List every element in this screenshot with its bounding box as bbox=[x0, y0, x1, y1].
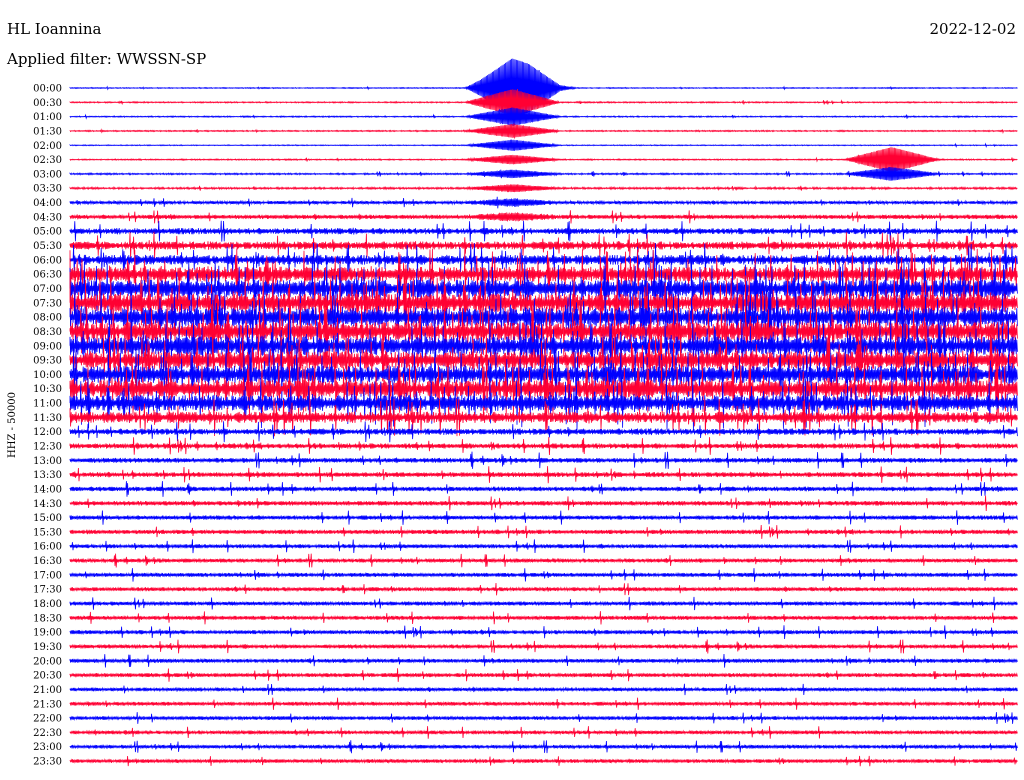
trace-line bbox=[69, 639, 1018, 654]
time-tick-label: 13:00 bbox=[33, 456, 62, 467]
time-tick-label: 21:30 bbox=[33, 699, 62, 710]
time-tick-label: 00:30 bbox=[33, 98, 62, 109]
time-tick-label: 23:30 bbox=[33, 757, 62, 768]
time-tick-label: 06:00 bbox=[33, 255, 62, 266]
time-tick-label: 01:30 bbox=[33, 126, 62, 137]
time-tick-label: 21:00 bbox=[33, 685, 62, 696]
trace-line bbox=[69, 539, 1018, 554]
time-tick-label: 12:30 bbox=[33, 442, 62, 453]
trace-line bbox=[69, 220, 1018, 242]
time-tick-label: 13:30 bbox=[33, 470, 62, 481]
time-tick-label: 20:30 bbox=[33, 671, 62, 682]
trace-line bbox=[69, 147, 1018, 172]
trace-line bbox=[69, 668, 1018, 682]
trace-line bbox=[69, 495, 1018, 512]
time-tick-label: 05:30 bbox=[33, 241, 62, 252]
time-tick-label: 10:00 bbox=[33, 370, 62, 381]
trace-line bbox=[69, 231, 1018, 260]
trace-line bbox=[69, 436, 1018, 456]
time-tick-label: 18:00 bbox=[33, 599, 62, 610]
time-tick-label: 16:00 bbox=[33, 542, 62, 553]
trace-line bbox=[69, 481, 1018, 497]
time-tick-label: 19:30 bbox=[33, 642, 62, 653]
trace-line bbox=[69, 683, 1018, 696]
time-tick-label: 20:00 bbox=[33, 656, 62, 667]
channel-label: HHZ - 50000 bbox=[7, 392, 18, 458]
trace-line bbox=[69, 524, 1018, 539]
time-tick-label: 10:30 bbox=[33, 384, 62, 395]
trace-line bbox=[69, 582, 1018, 596]
trace-line bbox=[69, 451, 1018, 469]
trace-line bbox=[69, 712, 1018, 725]
time-tick-label: 15:30 bbox=[33, 527, 62, 538]
trace-line bbox=[69, 611, 1018, 625]
time-tick-label: 07:30 bbox=[33, 298, 62, 309]
trace-line bbox=[69, 107, 1018, 126]
time-tick-label: 08:30 bbox=[33, 327, 62, 338]
trace-line bbox=[69, 123, 1018, 139]
time-tick-label: 00:00 bbox=[33, 84, 62, 95]
time-tick-label: 07:00 bbox=[33, 284, 62, 295]
time-tick-label: 19:00 bbox=[33, 628, 62, 639]
time-tick-label: 23:00 bbox=[33, 742, 62, 753]
trace-line bbox=[69, 510, 1018, 525]
trace-line bbox=[69, 196, 1018, 209]
time-tick-label: 15:00 bbox=[33, 513, 62, 524]
time-tick-label: 05:00 bbox=[33, 227, 62, 238]
tick-label-group: 00:00 00:30 01:00 01:30 02:00 02:30 03:00 03:30… bbox=[33, 84, 62, 768]
time-tick-label: 14:00 bbox=[33, 484, 62, 495]
trace-line bbox=[69, 596, 1018, 611]
time-tick-label: 01:00 bbox=[33, 112, 62, 123]
time-tick-label: 11:30 bbox=[33, 413, 62, 424]
time-tick-label: 09:00 bbox=[33, 341, 62, 352]
trace-line bbox=[69, 58, 1018, 118]
trace-line bbox=[69, 139, 1018, 151]
trace-line bbox=[69, 167, 1018, 181]
time-tick-label: 02:30 bbox=[33, 155, 62, 166]
time-tick-label: 22:30 bbox=[33, 728, 62, 739]
time-tick-label: 02:00 bbox=[33, 141, 62, 152]
time-tick-label: 03:30 bbox=[33, 184, 62, 195]
trace-line bbox=[69, 625, 1018, 640]
time-tick-label: 17:00 bbox=[33, 570, 62, 581]
trace-group bbox=[69, 58, 1018, 767]
time-tick-label: 16:30 bbox=[33, 556, 62, 567]
helicorder-plot: 00:00 00:30 01:00 01:30 02:00 02:30 03:00 03:30… bbox=[7, 58, 1018, 768]
trace-line bbox=[69, 553, 1018, 568]
trace-line bbox=[69, 210, 1018, 224]
time-tick-label: 18:30 bbox=[33, 613, 62, 624]
trace-line bbox=[69, 726, 1018, 739]
trace-line bbox=[69, 466, 1018, 484]
time-tick-label: 09:30 bbox=[33, 356, 62, 367]
time-tick-label: 08:00 bbox=[33, 313, 62, 324]
time-tick-label: 22:00 bbox=[33, 714, 62, 725]
time-tick-label: 03:00 bbox=[33, 169, 62, 180]
trace-line bbox=[69, 184, 1018, 193]
trace-line bbox=[69, 740, 1018, 754]
time-tick-label: 04:00 bbox=[33, 198, 62, 209]
time-tick-label: 14:30 bbox=[33, 499, 62, 510]
time-tick-label: 06:30 bbox=[33, 270, 62, 281]
trace-line bbox=[69, 421, 1018, 443]
time-tick-label: 04:30 bbox=[33, 212, 62, 223]
time-tick-label: 12:00 bbox=[33, 427, 62, 438]
trace-line bbox=[69, 697, 1018, 710]
trace-line bbox=[69, 653, 1018, 668]
trace-line bbox=[69, 568, 1018, 582]
time-tick-label: 17:30 bbox=[33, 585, 62, 596]
time-tick-label: 11:00 bbox=[33, 399, 62, 410]
trace-line bbox=[69, 755, 1018, 767]
